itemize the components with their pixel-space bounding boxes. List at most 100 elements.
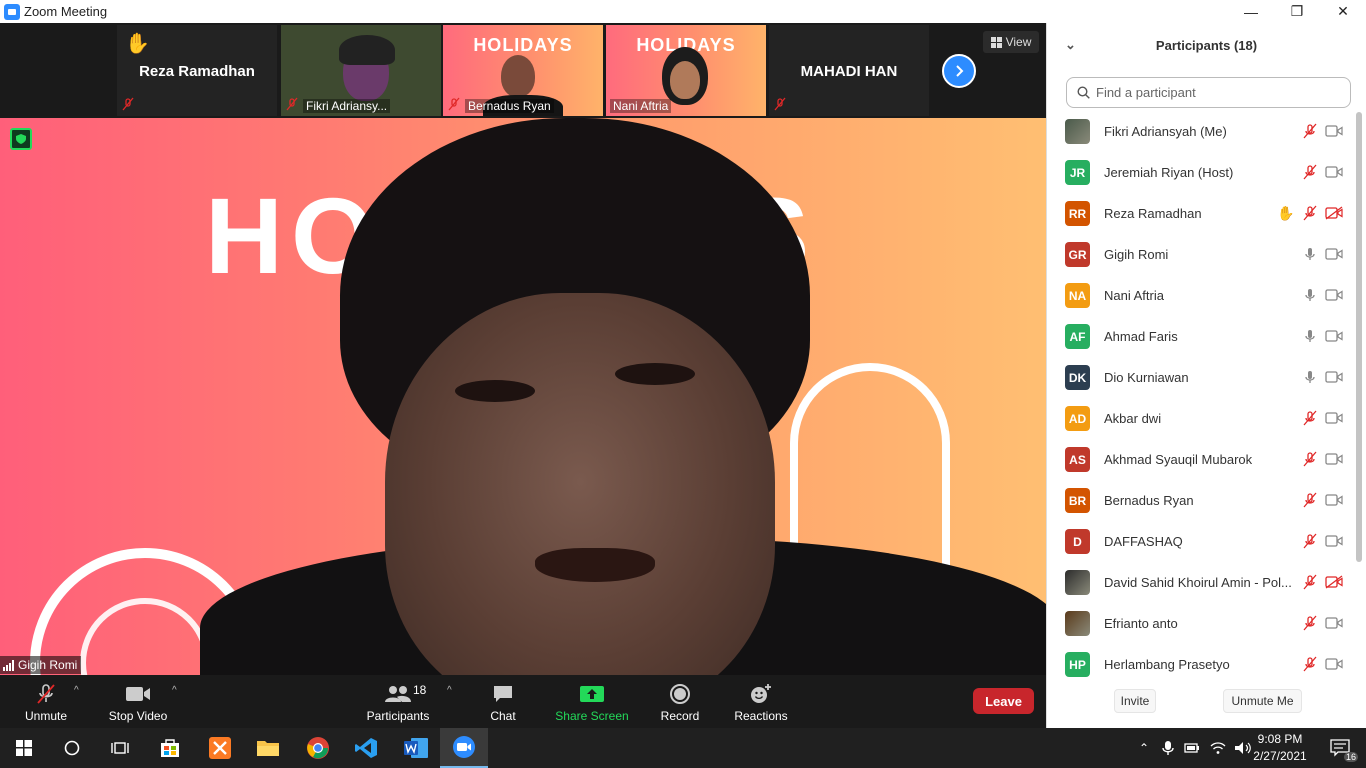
participant-row[interactable]: JR Jeremiah Riyan (Host) — [1047, 152, 1357, 193]
close-button[interactable]: ✕ — [1320, 0, 1366, 23]
windows-taskbar: ⌃ 9:08 PM 2/27/2021 16 — [0, 728, 1366, 768]
battery-icon[interactable] — [1184, 742, 1200, 754]
invite-button[interactable]: Invite — [1114, 689, 1156, 713]
video-camera-icon[interactable] — [1325, 410, 1343, 426]
taskbar-xampp[interactable] — [196, 728, 244, 768]
unmute-me-button[interactable]: Unmute Me — [1223, 689, 1302, 713]
participants-scrollbar[interactable] — [1356, 112, 1362, 562]
next-page-button[interactable] — [942, 54, 976, 88]
task-view-button[interactable] — [96, 728, 144, 768]
participant-row[interactable]: GR Gigih Romi — [1047, 234, 1357, 275]
record-button[interactable]: Record — [657, 681, 703, 723]
muted-mic-icon[interactable] — [1301, 410, 1319, 426]
participant-row[interactable]: AD Akbar dwi — [1047, 398, 1357, 439]
participant-row[interactable]: NA Nani Aftria — [1047, 275, 1357, 316]
muted-mic-icon[interactable] — [1301, 451, 1319, 467]
video-camera-icon[interactable] — [1325, 492, 1343, 508]
mic-icon[interactable] — [1301, 287, 1319, 303]
participant-row[interactable]: HP Herlambang Prasetyo — [1047, 644, 1357, 685]
video-camera-icon[interactable] — [1325, 164, 1343, 180]
muted-mic-icon[interactable] — [1301, 574, 1319, 590]
mic-icon[interactable] — [1301, 328, 1319, 344]
reactions-button[interactable]: Reactions — [733, 681, 789, 723]
taskbar-vscode[interactable] — [342, 728, 390, 768]
video-off-icon[interactable] — [1325, 574, 1343, 590]
participant-row[interactable]: Efrianto anto — [1047, 603, 1357, 644]
participant-name: Akbar dwi — [1104, 411, 1162, 426]
start-button[interactable] — [0, 728, 48, 768]
participant-row[interactable]: D DAFFASHAQ — [1047, 521, 1357, 562]
avatar: RR — [1065, 201, 1090, 226]
share-screen-button[interactable]: Share Screen — [553, 681, 631, 723]
participant-row[interactable]: Fikri Adriansyah (Me) — [1047, 111, 1357, 152]
unmute-button[interactable]: Unmute — [18, 681, 74, 723]
video-camera-icon[interactable] — [1325, 451, 1343, 467]
participant-row[interactable]: AF Ahmad Faris — [1047, 316, 1357, 357]
taskbar-chrome[interactable] — [294, 728, 342, 768]
muted-mic-icon[interactable] — [1301, 533, 1319, 549]
taskbar-store[interactable] — [146, 728, 194, 768]
view-label: View — [1005, 35, 1032, 49]
muted-mic-icon[interactable] — [1301, 615, 1319, 631]
chevron-down-icon[interactable]: ⌄ — [1065, 37, 1076, 53]
wifi-icon[interactable] — [1210, 741, 1226, 755]
thumbnail-tile[interactable]: HOLIDAYS Bernadus Ryan — [443, 25, 603, 116]
stop-video-button[interactable]: Stop Video — [104, 681, 172, 723]
avatar: AD — [1065, 406, 1090, 431]
mic-icon[interactable] — [1301, 369, 1319, 385]
chat-button[interactable]: Chat — [483, 681, 523, 723]
participants-label: Participants — [366, 709, 430, 723]
encryption-shield-icon[interactable] — [10, 128, 32, 150]
thumbnail-tile[interactable]: HOLIDAYS Nani Aftria — [606, 25, 766, 116]
participants-options-caret[interactable]: ^ — [447, 685, 452, 696]
video-camera-icon[interactable] — [1325, 533, 1343, 549]
muted-mic-icon[interactable] — [1301, 123, 1319, 139]
active-speaker-video[interactable]: HOLIDAYS Gigih Romi — [0, 118, 1046, 675]
video-camera-icon[interactable] — [1325, 246, 1343, 262]
muted-mic-icon[interactable] — [1301, 656, 1319, 672]
avatar — [1065, 119, 1090, 144]
participant-row[interactable]: RR Reza Ramadhan ✋ — [1047, 193, 1357, 234]
search-button[interactable] — [48, 728, 96, 768]
thumbnail-tile[interactable]: Fikri Adriansy... — [281, 25, 441, 116]
smiley-plus-icon — [751, 684, 771, 703]
video-camera-icon[interactable] — [1325, 615, 1343, 631]
participant-row[interactable]: BR Bernadus Ryan — [1047, 480, 1357, 521]
chevron-up-icon[interactable]: ⌃ — [1134, 741, 1154, 755]
thumbnail-tile[interactable]: MAHADI HAN — [769, 25, 929, 116]
action-center-button[interactable]: 16 — [1316, 728, 1364, 768]
unmute-label: Unmute — [24, 709, 68, 723]
microphone-icon[interactable] — [1162, 740, 1174, 756]
muted-mic-icon[interactable] — [1301, 164, 1319, 180]
participant-row[interactable]: David Sahid Khoirul Amin - Pol... — [1047, 562, 1357, 603]
participant-name: DAFFASHAQ — [1104, 534, 1183, 549]
participant-search[interactable] — [1066, 77, 1351, 108]
video-camera-icon — [126, 687, 150, 701]
view-button[interactable]: View — [983, 31, 1039, 53]
mic-icon[interactable] — [1301, 246, 1319, 262]
video-camera-icon[interactable] — [1325, 369, 1343, 385]
minimize-button[interactable]: — — [1228, 0, 1274, 23]
taskbar-file-explorer[interactable] — [244, 728, 292, 768]
participant-row[interactable]: AS Akhmad Syauqil Mubarok — [1047, 439, 1357, 480]
muted-mic-icon[interactable] — [1301, 492, 1319, 508]
maximize-button[interactable]: ❐ — [1274, 0, 1320, 23]
video-options-caret[interactable]: ^ — [172, 685, 177, 696]
video-camera-icon[interactable] — [1325, 656, 1343, 672]
audio-options-caret[interactable]: ^ — [74, 685, 79, 696]
avatar: GR — [1065, 242, 1090, 267]
taskbar-clock[interactable]: 9:08 PM 2/27/2021 — [1250, 731, 1310, 765]
video-off-icon[interactable] — [1325, 205, 1343, 221]
muted-mic-icon[interactable] — [1301, 205, 1319, 221]
video-camera-icon[interactable] — [1325, 328, 1343, 344]
avatar — [1065, 570, 1090, 595]
video-camera-icon[interactable] — [1325, 123, 1343, 139]
taskbar-word[interactable] — [392, 728, 440, 768]
taskbar-zoom[interactable] — [440, 728, 488, 768]
task-view-icon — [111, 742, 129, 754]
video-camera-icon[interactable] — [1325, 287, 1343, 303]
thumbnail-tile[interactable]: ✋ Reza Ramadhan — [117, 25, 277, 116]
participant-row[interactable]: DK Dio Kurniawan — [1047, 357, 1357, 398]
search-input[interactable] — [1096, 85, 1336, 100]
leave-button[interactable]: Leave — [973, 688, 1034, 714]
